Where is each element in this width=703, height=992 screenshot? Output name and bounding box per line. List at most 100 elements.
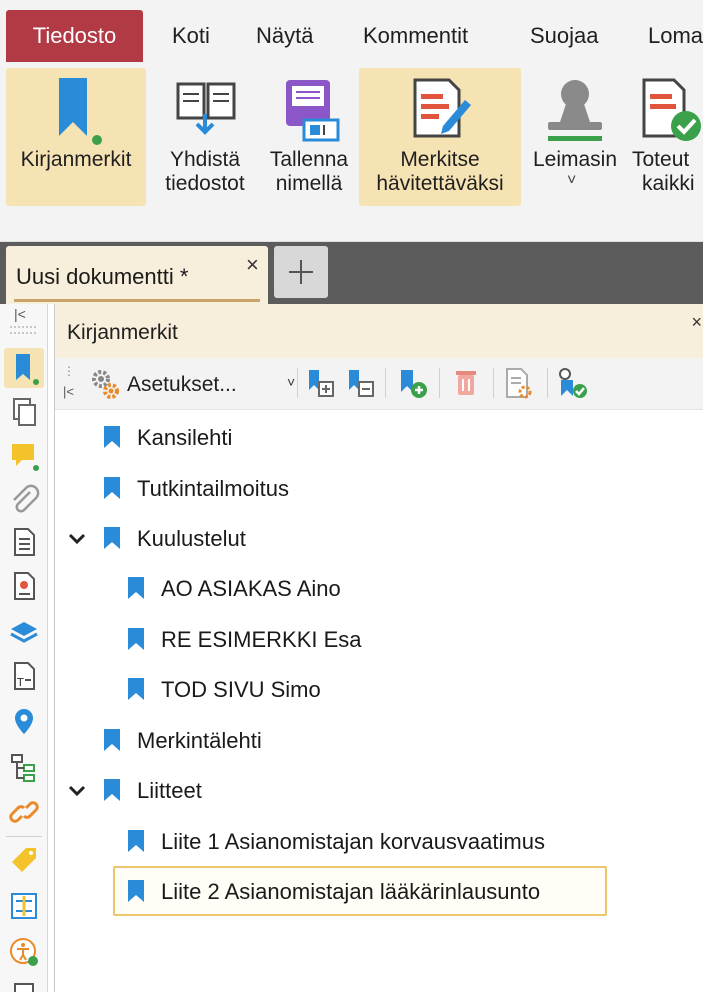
- merge-files-label-2: tiedostot: [165, 172, 245, 195]
- bookmark-item[interactable]: Kansilehti: [55, 416, 703, 460]
- mark-redaction-icon: [405, 74, 475, 146]
- menu-tab-home[interactable]: Koti: [172, 10, 210, 62]
- rail-pages-icon[interactable]: [8, 396, 40, 428]
- rail-layers-icon[interactable]: [8, 616, 40, 648]
- document-tab-title: Uusi dokumentti *: [16, 264, 189, 289]
- rail-structure-icon[interactable]: [8, 752, 40, 784]
- bookmark-item[interactable]: Kuulustelut: [55, 517, 703, 561]
- new-tab-button[interactable]: [274, 246, 328, 298]
- rail-links-icon[interactable]: [8, 796, 40, 828]
- rail-comments-icon[interactable]: [8, 440, 40, 472]
- bookmark-label: RE ESIMERKKI Esa: [161, 627, 362, 652]
- mark-for-redaction-label-1: Merkitse: [400, 148, 480, 171]
- menu-tab-view[interactable]: Näytä: [256, 10, 313, 62]
- bookmark-label: Merkintälehti: [137, 728, 262, 753]
- mark-for-redaction-label-2: hävitettäväksi: [376, 172, 504, 195]
- navigation-rail: |< T: [0, 304, 48, 992]
- menu-tab-comments[interactable]: Kommentit: [363, 10, 468, 62]
- bookmark-item[interactable]: TOD SIVU Simo: [55, 668, 703, 712]
- bookmark-item[interactable]: Liite 1 Asianomistajan korvausvaatimus: [55, 820, 703, 864]
- verify-bookmark-icon: [559, 368, 587, 398]
- close-tab-icon[interactable]: ×: [246, 252, 259, 278]
- add-bookmark-icon: [401, 370, 427, 398]
- menu-bar: Tiedosto Koti Näytä Kommentit Suojaa Lom…: [0, 0, 703, 64]
- verify-bookmarks-button[interactable]: [555, 366, 589, 400]
- stamp-label: Leimasin: [532, 148, 618, 171]
- stamp-dropdown-chevron-icon[interactable]: ˅: [567, 172, 576, 190]
- mark-for-redaction-button[interactable]: Merkitse hävitettäväksi: [359, 68, 521, 206]
- bookmark-item[interactable]: RE ESIMERKKI Esa: [55, 618, 703, 662]
- trash-icon: [456, 371, 476, 395]
- bookmark-icon: [41, 74, 111, 146]
- bookmarks-button[interactable]: Kirjanmerkit: [6, 68, 146, 206]
- rail-text-format-icon[interactable]: T: [8, 660, 40, 692]
- save-as-label-2: nimellä: [275, 172, 343, 195]
- rail-divider: [6, 836, 42, 837]
- bookmark-item[interactable]: Liitteet: [55, 769, 703, 813]
- rail-compare-icon[interactable]: [8, 890, 40, 922]
- plus-icon: [289, 260, 313, 284]
- bookmark-item[interactable]: Tutkintailmoitus: [55, 467, 703, 511]
- apply-all-button[interactable]: Toteut kaikki: [632, 68, 703, 206]
- rail-attachments-icon[interactable]: [8, 484, 40, 516]
- rail-tags-icon[interactable]: [8, 844, 40, 876]
- active-tab-indicator: [14, 299, 260, 302]
- bookmark-icon: [128, 880, 144, 902]
- delete-bookmark-button[interactable]: [449, 366, 483, 400]
- rail-more-icon[interactable]: [8, 982, 40, 992]
- bookmark-icon: [104, 779, 120, 801]
- toolbar-divider: [547, 368, 548, 398]
- options-label: Asetukset...: [127, 373, 237, 396]
- bookmark-icon: [128, 628, 144, 650]
- menu-tab-protect[interactable]: Suojaa: [530, 10, 599, 62]
- panel-title: Kirjanmerkit: [67, 321, 178, 344]
- rail-document-icon[interactable]: [8, 526, 40, 558]
- document-tab[interactable]: Uusi dokumentti * ×: [6, 246, 268, 304]
- collapse-toolbar-icon[interactable]: |<: [63, 384, 74, 399]
- bookmark-properties-button[interactable]: [501, 366, 535, 400]
- rail-location-icon[interactable]: [8, 706, 40, 738]
- save-as-button[interactable]: Tallenna nimellä: [264, 68, 354, 206]
- bookmark-label: Liite 2 Asianomistajan lääkärinlausunto: [161, 879, 541, 904]
- bookmark-icon: [128, 678, 144, 700]
- toolbar-grip-icon: ⋮: [63, 364, 75, 378]
- close-panel-icon[interactable]: ×: [691, 312, 702, 333]
- save-as-label-1: Tallenna: [269, 148, 349, 171]
- collapse-all-button[interactable]: [343, 366, 377, 400]
- ribbon: Kirjanmerkit Yhdistä tiedostot Tallenna …: [0, 64, 703, 242]
- merge-files-icon: [170, 74, 240, 146]
- apply-all-icon: [636, 74, 703, 146]
- bookmark-label: Kuulustelut: [137, 526, 246, 551]
- rail-signature-icon[interactable]: [8, 570, 40, 602]
- expand-all-button[interactable]: [303, 366, 337, 400]
- menu-tab-file[interactable]: Tiedosto: [6, 10, 143, 62]
- bookmark-item[interactable]: AO ASIAKAS Aino: [55, 567, 703, 611]
- bookmark-icon: [104, 729, 120, 751]
- svg-text:T: T: [16, 676, 24, 689]
- bookmark-icon: [104, 477, 120, 499]
- add-bookmark-button[interactable]: [395, 366, 429, 400]
- bookmark-item-selected[interactable]: Liite 2 Asianomistajan lääkärinlausunto: [113, 866, 607, 916]
- menu-tab-form[interactable]: Loma: [648, 10, 703, 62]
- bookmarks-panel-header: Kirjanmerkit ×: [55, 304, 703, 358]
- document-tab-strip: Uusi dokumentti * ×: [0, 242, 703, 304]
- chevron-down-icon[interactable]: [67, 529, 87, 549]
- merge-files-button[interactable]: Yhdistä tiedostot: [154, 68, 256, 206]
- bookmark-icon: [128, 830, 144, 852]
- stamp-button[interactable]: Leimasin ˅: [526, 68, 624, 206]
- grip-icon: [8, 324, 40, 338]
- modified-marker: *: [179, 264, 189, 289]
- toolbar-divider: [385, 368, 386, 398]
- bookmark-label: Liitteet: [137, 778, 202, 803]
- bookmark-item[interactable]: Merkintälehti: [55, 719, 703, 763]
- save-as-icon: [274, 74, 344, 146]
- apply-all-label-2: kaikki: [642, 172, 695, 195]
- rail-accessibility-icon[interactable]: [8, 936, 40, 968]
- expand-bookmarks-icon: [309, 370, 334, 397]
- bookmark-label: Tutkintailmoitus: [137, 476, 290, 501]
- chevron-down-icon[interactable]: [67, 781, 87, 801]
- rail-bookmarks-icon[interactable]: [4, 348, 44, 388]
- bookmark-label: TOD SIVU Simo: [161, 677, 321, 702]
- stamp-icon: [540, 74, 610, 146]
- collapse-rail-icon[interactable]: |<: [14, 306, 38, 322]
